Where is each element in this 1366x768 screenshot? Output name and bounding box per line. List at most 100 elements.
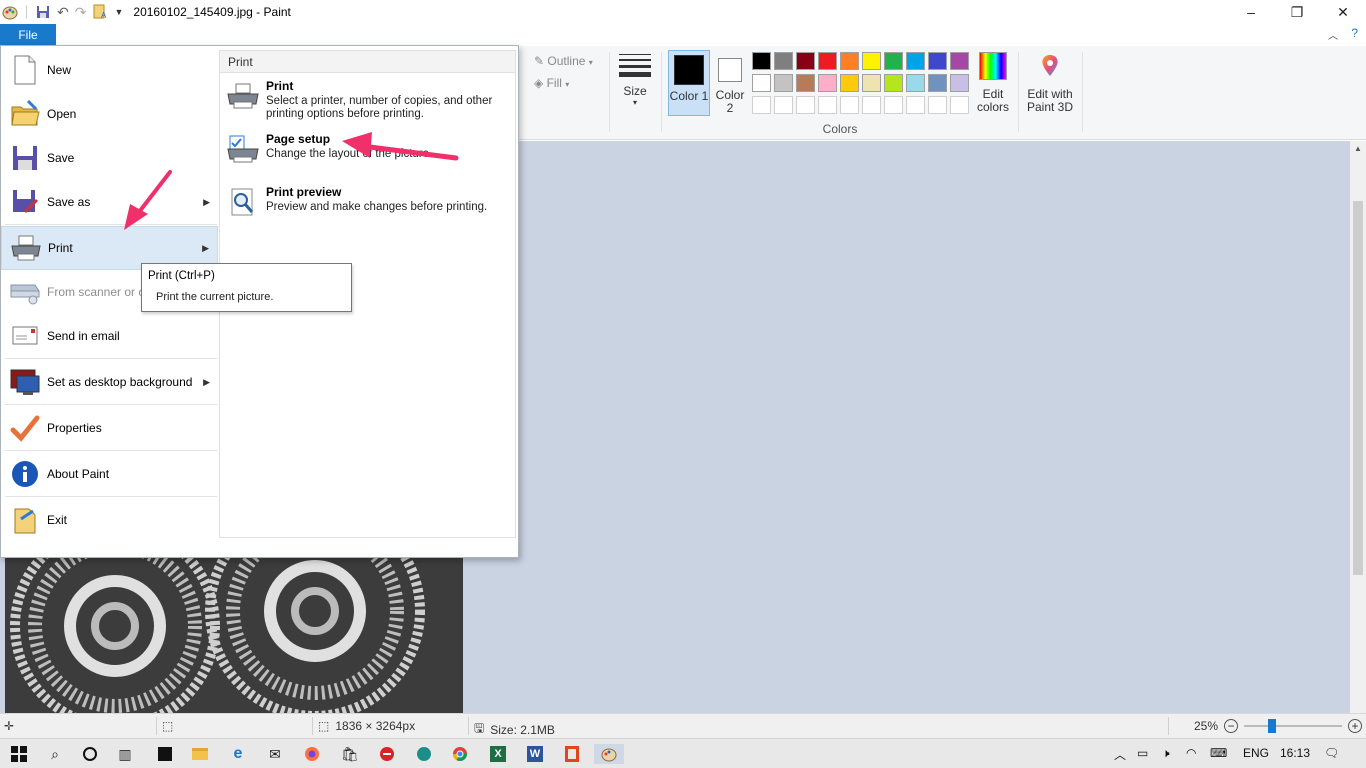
selection-size-icon: ⬚ — [162, 719, 174, 733]
palette-swatch[interactable] — [796, 96, 815, 114]
palette-swatch[interactable] — [906, 52, 925, 70]
palette-swatch[interactable] — [774, 74, 793, 92]
menu-separator — [5, 450, 217, 451]
palette-swatch[interactable] — [840, 96, 859, 114]
keyboard-icon[interactable]: ⌨ — [1210, 746, 1227, 760]
menu-item-new[interactable]: New — [1, 48, 218, 92]
printer-icon — [226, 81, 260, 113]
action-center-icon[interactable]: 🗨 — [1324, 746, 1339, 760]
palette-swatch[interactable] — [796, 74, 815, 92]
menu-item-save-as[interactable]: Save as ▶ — [1, 180, 218, 224]
palette-swatch[interactable] — [752, 96, 771, 114]
palette-swatch[interactable] — [928, 96, 947, 114]
vertical-scrollbar[interactable]: ▲ — [1350, 141, 1366, 713]
search-icon[interactable]: ⌕ — [45, 744, 65, 764]
palette-swatch[interactable] — [862, 96, 881, 114]
palette-swatch[interactable] — [928, 52, 947, 70]
palette-swatch[interactable] — [774, 96, 793, 114]
palette-swatch[interactable] — [906, 74, 925, 92]
store-icon[interactable]: 🛍 — [340, 744, 360, 764]
paint-app-icon[interactable] — [2, 4, 18, 20]
zoom-in-button[interactable]: + — [1348, 719, 1363, 733]
submenu-item-print[interactable]: Print Select a printer, number of copies… — [224, 79, 514, 127]
palette-swatch[interactable] — [752, 52, 771, 70]
redo-icon[interactable]: ↷ — [75, 4, 87, 21]
palette-swatch[interactable] — [840, 52, 859, 70]
outline-button[interactable]: ✎ Outline ▾ — [534, 54, 593, 68]
scroll-up-icon[interactable]: ▲ — [1350, 144, 1366, 153]
office-icon[interactable] — [562, 744, 582, 764]
palette-swatch[interactable] — [906, 96, 925, 114]
file-properties-icon[interactable]: A — [92, 4, 108, 20]
help-icon[interactable]: ? — [1351, 26, 1358, 40]
menu-item-open[interactable]: Open — [1, 92, 218, 136]
firefox-icon[interactable] — [302, 744, 322, 764]
palette-swatch[interactable] — [752, 74, 771, 92]
word-icon[interactable]: W — [525, 744, 545, 764]
app-teal-icon[interactable] — [414, 744, 434, 764]
mail-icon[interactable]: ✉ — [265, 744, 285, 764]
palette-swatch[interactable] — [818, 96, 837, 114]
palette-swatch[interactable] — [774, 52, 793, 70]
battery-icon[interactable]: ▭ — [1137, 746, 1148, 760]
app-red-icon[interactable] — [377, 744, 397, 764]
terminal-app-icon[interactable] — [155, 744, 175, 764]
minimize-button[interactable]: – — [1228, 0, 1274, 24]
edit-with-paint3d-button[interactable]: Edit with Paint 3D — [1024, 52, 1076, 114]
palette-swatch[interactable] — [796, 52, 815, 70]
palette-swatch[interactable] — [862, 52, 881, 70]
restore-button[interactable]: ❐ — [1274, 0, 1320, 24]
palette-swatch[interactable] — [818, 52, 837, 70]
volume-icon[interactable]: 🕨 — [1162, 746, 1170, 761]
menu-item-about-paint[interactable]: About Paint — [1, 452, 218, 496]
palette-swatch[interactable] — [862, 74, 881, 92]
edit-colors-button[interactable]: Edit colors — [974, 52, 1012, 114]
menu-item-properties[interactable]: Properties — [1, 406, 218, 450]
palette-swatch[interactable] — [884, 52, 903, 70]
paint-taskbar-icon[interactable] — [594, 744, 624, 764]
palette-swatch[interactable] — [950, 74, 969, 92]
menu-item-label: Save as — [47, 195, 91, 209]
edge-browser-icon[interactable]: e — [228, 744, 248, 764]
palette-swatch[interactable] — [818, 74, 837, 92]
color1-button[interactable]: Color 1 — [668, 50, 710, 116]
palette-swatch[interactable] — [950, 52, 969, 70]
submenu-item-print-preview[interactable]: Print preview Preview and make changes b… — [224, 185, 514, 233]
language-indicator[interactable]: ENG — [1243, 746, 1269, 760]
submenu-item-page-setup[interactable]: Page setup Change the layout of the pict… — [224, 132, 514, 180]
save-icon[interactable] — [35, 4, 51, 20]
excel-icon[interactable]: X — [488, 744, 508, 764]
image-dimensions-text: 1836 × 3264px — [335, 719, 416, 733]
zoom-out-button[interactable]: − — [1224, 719, 1239, 733]
menu-item-save[interactable]: Save — [1, 136, 218, 180]
close-button[interactable]: ✕ — [1320, 0, 1366, 24]
palette-swatch[interactable] — [884, 74, 903, 92]
undo-icon[interactable]: ↶ — [57, 4, 69, 21]
palette-swatch[interactable] — [928, 74, 947, 92]
file-explorer-icon[interactable] — [190, 744, 210, 764]
collapse-ribbon-icon[interactable]: ︿ — [1328, 27, 1338, 42]
menu-item-set-desktop-background[interactable]: Set as desktop background ▶ — [1, 360, 218, 404]
color2-button[interactable]: Color 2 — [712, 50, 748, 116]
zoom-slider-thumb[interactable] — [1268, 719, 1277, 733]
palette-swatch[interactable] — [884, 96, 903, 114]
file-tab[interactable]: File — [0, 24, 56, 46]
size-button[interactable]: Size ▾ — [618, 52, 652, 107]
menu-item-send-email[interactable]: Send in email — [1, 314, 218, 358]
menu-item-exit[interactable]: Exit — [1, 498, 218, 542]
checkmark-icon — [8, 411, 42, 445]
scrollbar-thumb[interactable] — [1353, 201, 1363, 575]
submenu-item-title: Page setup — [266, 132, 331, 146]
palette-swatch[interactable] — [950, 96, 969, 114]
fill-button[interactable]: ◈ Fill ▾ — [534, 76, 569, 90]
wifi-icon[interactable]: ◠ — [1186, 746, 1196, 760]
clock[interactable]: 16:13 — [1280, 746, 1310, 760]
show-hidden-icons-icon[interactable]: ︿ — [1114, 746, 1126, 763]
customize-qat-chevron-icon[interactable]: ▼ — [114, 7, 123, 17]
cortana-icon[interactable] — [80, 744, 100, 764]
task-view-icon[interactable]: ▥ — [115, 744, 135, 764]
palette-swatch[interactable] — [840, 74, 859, 92]
chrome-icon[interactable] — [450, 744, 470, 764]
start-windows-icon[interactable] — [9, 744, 29, 764]
zoom-slider[interactable] — [1244, 719, 1343, 733]
